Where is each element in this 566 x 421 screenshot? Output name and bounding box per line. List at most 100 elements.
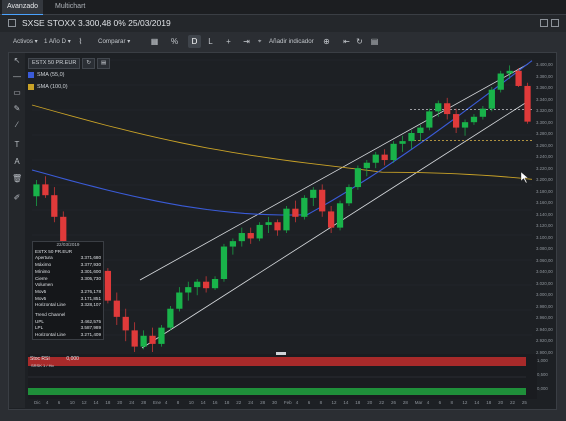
sma100-swatch: [28, 84, 34, 90]
candle-body: [497, 73, 504, 90]
info-key: Máximo: [35, 262, 52, 268]
info-key: Mov5: [35, 288, 47, 294]
x-tick-label: 14: [200, 400, 206, 405]
candle-body: [104, 270, 112, 301]
candle-body: [381, 154, 388, 161]
legend-sma100[interactable]: SMA (100,0): [37, 82, 68, 92]
stoch-rsi-label: Stoc RSI 0,000: [30, 356, 79, 362]
candle-body: [149, 335, 156, 344]
candle-body: [488, 89, 495, 109]
trend-key: UPL: [35, 318, 44, 324]
chart-legend: ESTX 50 PR.EUR ↻ ▤ SMA (55,0) SMA (100,0…: [28, 57, 111, 93]
info-row: Mínimo 3.301,600: [33, 269, 103, 276]
y-tick-label: 3.200,00: [536, 177, 553, 182]
candle-body: [185, 287, 192, 293]
x-tick-label: 12: [81, 400, 87, 405]
candle-body: [122, 316, 129, 331]
panel-resize-handle: [276, 352, 286, 355]
y-tick-label: 3.280,00: [536, 131, 553, 136]
candle-body: [131, 330, 138, 347]
trend-row: Horizontal Line 3.271,409: [33, 332, 103, 339]
info-key: Mov5: [35, 295, 47, 301]
candle-body: [354, 168, 362, 188]
candle-body: [310, 189, 317, 198]
x-tick-label: 20: [498, 400, 504, 405]
candle-body: [336, 203, 344, 228]
x-tick-label: 22: [379, 400, 385, 405]
info-value: 3.377,930: [80, 262, 101, 268]
y-tick-label: 2.900,00: [536, 349, 553, 355]
stoch-rsi-sublabel: SRSK 1 / Ho: [31, 363, 54, 368]
candle-body: [194, 281, 201, 288]
x-tick-label: 8: [176, 400, 180, 405]
candle-body: [301, 197, 308, 217]
info-value: 3.276,178: [80, 288, 101, 294]
trend-row: LPL 3.587,989: [33, 325, 103, 332]
candle-body: [327, 211, 335, 228]
trend-value: 3.271,409: [80, 332, 101, 338]
y-tick-label: 3.180,00: [536, 188, 553, 194]
legend-sma55[interactable]: SMA (55,0): [37, 70, 65, 80]
y-tick-label: 3.060,00: [536, 257, 553, 263]
x-tick-label: 14: [474, 400, 480, 405]
x-tick-label: 22: [510, 400, 516, 405]
x-tick-label: 20: [117, 400, 123, 405]
candle-body: [399, 141, 406, 144]
stoch-rsi-tick: 0,000: [537, 386, 548, 391]
refresh-legend-icon[interactable]: ↻: [82, 57, 95, 69]
candle-body: [452, 114, 460, 128]
sma55-swatch: [28, 72, 34, 78]
candle-body: [524, 85, 531, 122]
x-tick-label: 18: [224, 400, 230, 405]
y-tick-label: 3.400,00: [536, 62, 553, 67]
candle-body: [220, 246, 228, 279]
trend-value: 3.587,989: [80, 325, 101, 331]
x-tick-label: 6: [438, 400, 442, 405]
y-tick-label: 2.980,00: [536, 303, 553, 309]
candle-body: [417, 127, 424, 133]
legend-settings-icon[interactable]: ▤: [96, 57, 111, 69]
x-tick-label: 4: [426, 400, 430, 405]
x-tick-label: 18: [105, 400, 111, 405]
candle-body: [265, 222, 272, 225]
candle-body: [256, 224, 263, 239]
x-tick-label: 4: [295, 400, 299, 405]
x-tick-label: 16: [212, 400, 218, 405]
candle-body: [372, 154, 379, 163]
x-tick-label: Ene: [153, 400, 162, 405]
candle-body: [211, 279, 219, 289]
info-symbol: ESTX 50 PR.EUR: [35, 248, 73, 254]
y-axis: 3.400,00 3.380,00 3.360,00 3.340,00 3.320,00…: [536, 52, 556, 355]
info-key: Mínimo: [35, 268, 51, 274]
candle-body: [283, 208, 290, 231]
info-value: 3.301,600: [80, 268, 101, 274]
candle-body: [33, 184, 40, 197]
info-date: 22/03/2019: [56, 242, 80, 247]
channel-upper-line: [139, 63, 529, 281]
info-key: Cierre: [35, 275, 48, 281]
info-row: Cierre 3.305,730: [33, 276, 103, 283]
candle-body: [229, 241, 237, 247]
info-row: Volumen: [33, 282, 103, 289]
x-tick-label: 4: [164, 400, 168, 405]
x-tick-label: 25: [521, 400, 527, 405]
y-tick-label: 2.960,00: [536, 315, 553, 320]
info-key: Apertura: [35, 255, 53, 261]
info-key: Horizontal Line: [35, 302, 66, 308]
y-tick-label: 3.360,00: [536, 85, 553, 90]
y-tick-label: 3.300,00: [536, 119, 553, 125]
candle-body: [319, 189, 326, 212]
legend-symbol[interactable]: ESTX 50 PR.EUR: [28, 57, 81, 69]
candle-body: [390, 143, 397, 161]
y-tick-label: 3.240,00: [536, 154, 553, 159]
x-tick-label: Feb: [283, 400, 292, 405]
trend-value: 3.462,575: [80, 318, 101, 324]
trend-key: Horizontal Line: [35, 332, 66, 338]
candle-body: [444, 103, 451, 115]
info-row: Mov5 3.171,851: [33, 296, 103, 303]
trend-row: UPL 3.462,575: [33, 319, 103, 326]
x-tick-label: Mar: [414, 400, 423, 405]
x-tick-label: 20: [367, 400, 373, 405]
candle-body: [345, 187, 353, 204]
info-row: Mov5 3.276,178: [33, 289, 103, 296]
